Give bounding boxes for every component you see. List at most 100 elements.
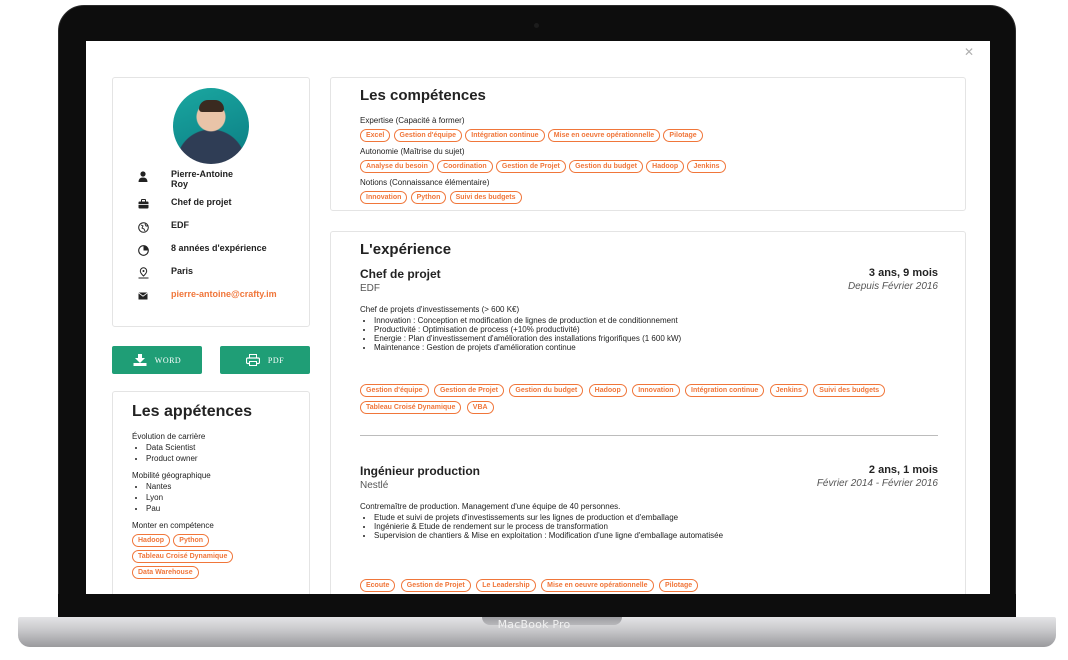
skill-tag[interactable]: Tableau Croisé Dynamique xyxy=(132,550,234,563)
skill-tag[interactable]: Gestion d'équipe xyxy=(360,384,429,397)
skill-tag[interactable]: Hadoop xyxy=(588,384,627,397)
skill-tag[interactable]: Mise en oeuvre opérationnelle xyxy=(541,579,654,592)
profile-company: EDF xyxy=(171,220,189,230)
job-description: Contremaître de production. Management d… xyxy=(360,502,938,540)
printer-icon xyxy=(245,354,260,366)
skills-title: Les compétences xyxy=(360,87,486,104)
skill-tag[interactable]: Hadoop xyxy=(132,534,171,547)
download-pdf-button[interactable]: PDF xyxy=(220,346,310,374)
skill-tag[interactable]: Innovation xyxy=(360,191,408,204)
list-item: Supervision de chantiers & Mise en explo… xyxy=(374,531,938,540)
job-tags: Ecoute Gestion de Projet Le Leadership M… xyxy=(360,578,920,594)
skill-level-label: Notions (Connaissance élémentaire) xyxy=(360,178,490,187)
job-intro: Contremaître de production. Management d… xyxy=(360,502,621,511)
clock-icon xyxy=(135,243,151,257)
skill-tag[interactable]: Jenkins xyxy=(687,160,726,173)
job-divider xyxy=(360,435,938,436)
skill-tag[interactable]: Pilotage xyxy=(663,129,703,142)
skill-tag[interactable]: Jenkins xyxy=(769,384,808,397)
skill-tag[interactable]: Suivi des budgets xyxy=(449,191,522,204)
skill-tag[interactable]: Analyse du besoin xyxy=(360,160,434,173)
experience-title: L'expérience xyxy=(360,241,452,258)
screen: ✕ Pierre-Antoine Roy Chef de projet EDF xyxy=(86,41,990,594)
list-item: Data Scientist xyxy=(146,442,302,453)
skill-tag[interactable]: Data Warehouse xyxy=(132,566,199,579)
globe-icon xyxy=(135,220,151,234)
envelope-icon xyxy=(135,289,151,303)
mobility-list: Nantes Lyon Pau xyxy=(132,481,302,514)
skill-tag[interactable]: Innovation xyxy=(632,384,680,397)
skill-tag[interactable]: Coordination xyxy=(437,160,493,173)
job-tags: Gestion d'équipe Gestion de Projet Gesti… xyxy=(360,383,920,417)
list-item: Productivité : Optimisation de process (… xyxy=(374,325,938,334)
job-entry: Ingénieur production Nestlé 2 ans, 1 moi… xyxy=(360,464,938,594)
upskill-label: Monter en compétence xyxy=(132,521,214,530)
profile-experience: 8 années d'expérience xyxy=(171,243,267,253)
profile-city: Paris xyxy=(171,266,194,276)
skill-tag[interactable]: Gestion de Projet xyxy=(495,160,566,173)
career-label: Évolution de carrière xyxy=(132,432,206,441)
skill-tag[interactable]: Mise en oeuvre opérationnelle xyxy=(547,129,661,142)
list-item: Maintenance : Gestion de projets d'améli… xyxy=(374,343,938,352)
info-position: Chef de projet xyxy=(135,197,232,211)
skill-tag[interactable]: Excel xyxy=(360,129,391,142)
skill-tag[interactable]: Gestion de Projet xyxy=(433,384,504,397)
info-experience: 8 années d'expérience xyxy=(135,243,267,257)
profile-name: Pierre-Antoine Roy xyxy=(171,169,234,189)
career-list: Data Scientist Product owner xyxy=(132,442,302,464)
skill-tag[interactable]: Gestion du budget xyxy=(569,160,643,173)
appetences-card: Les appétences Évolution de carrière Dat… xyxy=(112,391,310,594)
job-description: Chef de projets d'investissements (> 600… xyxy=(360,305,938,352)
download-word-button[interactable]: WORD xyxy=(112,346,202,374)
skill-tag[interactable]: Python xyxy=(410,191,447,204)
job-period: Février 2014 - Février 2016 xyxy=(816,478,938,489)
list-item: Product owner xyxy=(146,453,302,464)
appetences-body: Évolution de carrière Data Scientist Pro… xyxy=(132,431,302,582)
skill-tag[interactable]: Gestion de Projet xyxy=(400,579,471,592)
avatar xyxy=(173,88,249,164)
briefcase-icon xyxy=(135,197,151,211)
skill-tag[interactable]: Pilotage xyxy=(658,579,699,592)
user-icon xyxy=(135,169,151,183)
skill-level-label: Expertise (Capacité à former) xyxy=(360,116,465,125)
list-item: Lyon xyxy=(146,492,302,503)
experience-card: L'expérience Chef de projet EDF 3 ans, 9… xyxy=(330,231,966,594)
skill-tags-notions: Innovation Python Suivi des budgets xyxy=(360,191,950,207)
info-email: pierre-antoine@crafty.im xyxy=(135,289,277,303)
list-item: Pau xyxy=(146,503,302,514)
word-label: WORD xyxy=(154,355,182,365)
list-item: Energie : Plan d'investissement d'amélio… xyxy=(374,334,938,343)
pdf-label: PDF xyxy=(267,355,285,365)
list-item: Ingénierie & Etude de rendement sur le p… xyxy=(374,522,938,531)
skill-tags-expertise: Excel Gestion d'équipe Intégration conti… xyxy=(360,129,950,145)
skill-tag[interactable]: Gestion d'équipe xyxy=(393,129,463,142)
location-pin-icon xyxy=(135,266,151,280)
close-icon[interactable]: ✕ xyxy=(964,45,974,59)
upskill-tags: Hadoop Python Tableau Croisé Dynamique D… xyxy=(132,534,302,582)
job-intro: Chef de projets d'investissements (> 600… xyxy=(360,305,520,314)
job-role: Ingénieur production xyxy=(360,464,480,478)
job-period: Depuis Février 2016 xyxy=(847,281,938,292)
skill-tag[interactable]: Python xyxy=(173,534,210,547)
device-label: MacBook Pro xyxy=(497,618,571,631)
skill-tag[interactable]: Intégration continue xyxy=(465,129,545,142)
skill-tag[interactable]: Ecoute xyxy=(360,579,396,592)
skill-level-label: Autonomie (Maîtrise du sujet) xyxy=(360,147,465,156)
skill-tag[interactable]: Gestion du budget xyxy=(509,384,584,397)
webcam xyxy=(534,23,539,28)
skill-tag[interactable]: Tableau Croisé Dynamique xyxy=(360,401,462,414)
job-role: Chef de projet xyxy=(360,267,441,281)
skill-tag[interactable]: Le Leadership xyxy=(476,579,536,592)
skill-tag[interactable]: Intégration continue xyxy=(685,384,765,397)
skill-tag[interactable]: Hadoop xyxy=(646,160,685,173)
profile-email[interactable]: pierre-antoine@crafty.im xyxy=(171,289,277,299)
skill-tag[interactable]: VBA xyxy=(466,401,494,414)
info-name: Pierre-Antoine Roy xyxy=(135,169,233,189)
profile-card: Pierre-Antoine Roy Chef de projet EDF 8 … xyxy=(112,77,310,327)
job-duration: 2 ans, 1 mois xyxy=(868,464,938,476)
list-item: Innovation : Conception et modification … xyxy=(374,316,938,325)
list-item: Nantes xyxy=(146,481,302,492)
skill-tag[interactable]: Suivi des budgets xyxy=(813,384,886,397)
skills-card: Les compétences Expertise (Capacité à fo… xyxy=(330,77,966,211)
list-item: Etude et suivi de projets d'investisseme… xyxy=(374,513,938,522)
